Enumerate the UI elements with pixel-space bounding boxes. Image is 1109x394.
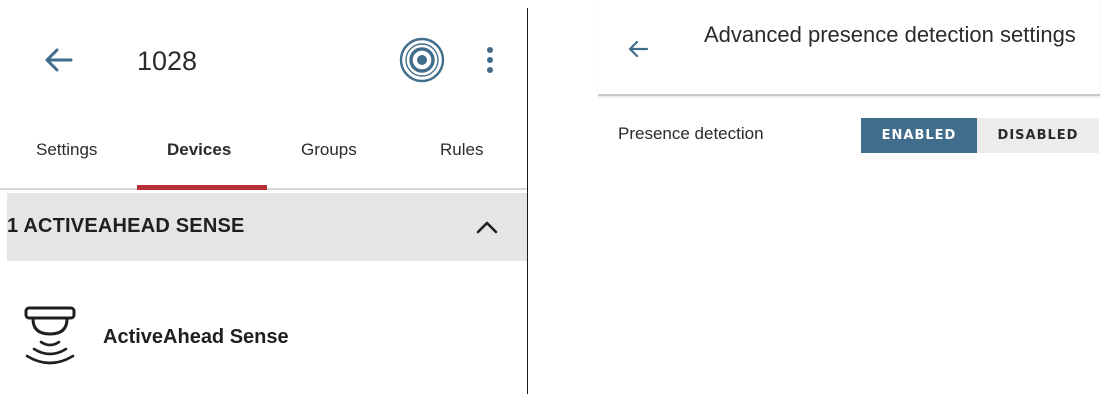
- more-vertical-icon[interactable]: [478, 42, 502, 78]
- device-name: ActiveAhead Sense: [103, 326, 289, 348]
- page-title: 1028: [137, 46, 198, 76]
- app-bar: Advanced presence detection settings: [598, 0, 1100, 96]
- group-title: 1 ACTIVEAHEAD SENSE: [7, 215, 245, 237]
- enabled-toggle-button[interactable]: ENABLED: [861, 118, 977, 153]
- sensor-icon: [24, 306, 76, 365]
- tab-devices[interactable]: Devices: [167, 140, 231, 160]
- chevron-up-icon[interactable]: [473, 213, 501, 241]
- back-button[interactable]: [38, 42, 78, 78]
- arrow-left-icon: [628, 40, 649, 58]
- tab-groups[interactable]: Groups: [301, 140, 357, 160]
- page-title: Advanced presence detection settings: [704, 22, 1076, 47]
- active-tab-indicator: [137, 185, 267, 190]
- tab-bar: Settings Devices Groups Rules: [0, 120, 527, 190]
- presence-target-icon[interactable]: [398, 36, 446, 84]
- list-item[interactable]: ActiveAhead Sense: [7, 290, 527, 380]
- back-button[interactable]: [624, 36, 652, 62]
- group-header[interactable]: 1 ACTIVEAHEAD SENSE: [7, 193, 527, 261]
- presence-settings-screen: Advanced presence detection settings Pre…: [528, 0, 1109, 394]
- app-root: 1028 Settings Devices Groups Rules 1 ACT…: [0, 0, 1109, 394]
- tab-rules[interactable]: Rules: [440, 140, 483, 160]
- app-bar: 1028: [0, 0, 527, 120]
- presence-detection-label: Presence detection: [618, 124, 764, 143]
- tab-settings[interactable]: Settings: [36, 140, 97, 160]
- arrow-left-icon: [45, 48, 73, 72]
- device-list-screen: 1028 Settings Devices Groups Rules 1 ACT…: [0, 0, 527, 394]
- disabled-toggle-button[interactable]: DISABLED: [977, 118, 1099, 153]
